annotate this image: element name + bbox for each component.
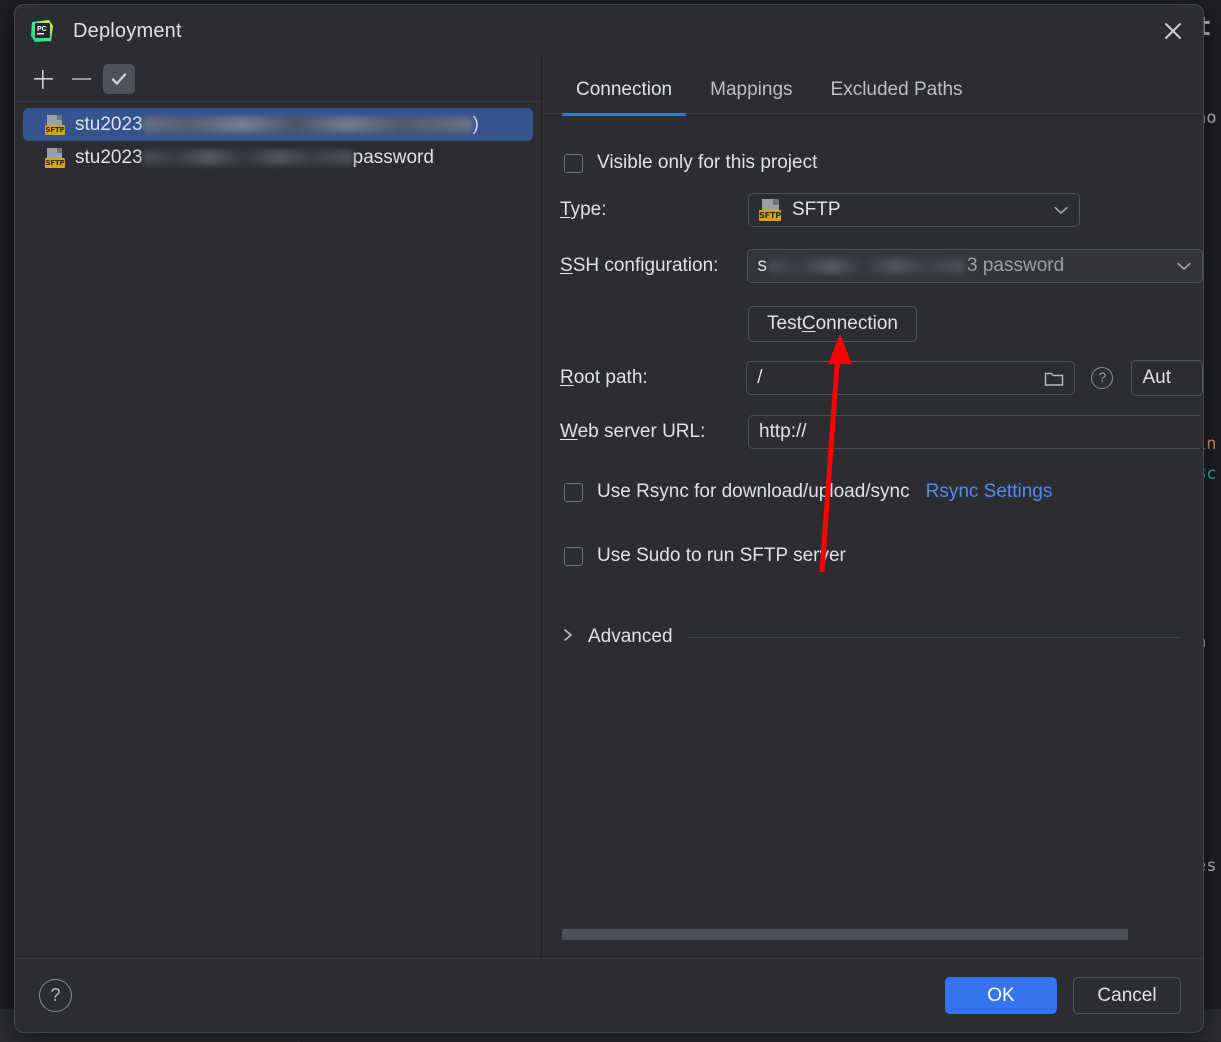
dialog-body: SFTP stu2023) SFTP stu2023 password: [15, 57, 1203, 958]
minus-icon[interactable]: [65, 64, 97, 94]
help-label: ?: [50, 985, 60, 1005]
ssh-config-value: s3 password: [758, 255, 1065, 277]
close-icon[interactable]: [1157, 15, 1189, 47]
root-path-value: /: [757, 367, 762, 389]
chevron-right-icon[interactable]: [562, 627, 574, 648]
dialog-titlebar: PC Deployment: [15, 5, 1203, 57]
use-sudo-row: Use Sudo to run SFTP server: [542, 524, 1203, 588]
sftp-server-icon: SFTP: [45, 115, 65, 135]
cancel-label: Cancel: [1097, 985, 1156, 1007]
test-connection-mnemonic: C: [802, 313, 816, 335]
server-name-prefix: stu2023: [75, 114, 143, 135]
section-divider: [687, 637, 1181, 638]
chevron-down-icon: [1176, 255, 1192, 277]
settings-tabs: Connection Mappings Excluded Paths: [542, 57, 1203, 114]
autodetect-label: Aut: [1142, 367, 1171, 389]
use-sudo-label: Use Sudo to run SFTP server: [597, 545, 846, 567]
use-rsync-checkbox[interactable]: [564, 483, 583, 502]
test-connection-button[interactable]: Test Connection: [748, 306, 917, 342]
type-combo[interactable]: SFTP SFTP: [748, 193, 1080, 227]
visible-only-label: Visible only for this project: [597, 152, 817, 174]
server-name-suffix: ): [473, 114, 479, 135]
redacted-text: [143, 150, 353, 165]
tab-excluded-paths[interactable]: Excluded Paths: [817, 79, 977, 115]
dialog-footer: ? OK Cancel CSDN @萧宛亦: [15, 958, 1203, 1032]
server-list[interactable]: SFTP stu2023) SFTP stu2023 password: [15, 102, 541, 958]
ok-button[interactable]: OK: [945, 977, 1057, 1014]
visible-only-checkbox[interactable]: [564, 154, 583, 173]
pycharm-logo-icon: PC: [29, 18, 55, 44]
chevron-down-icon: [1053, 199, 1069, 221]
list-item[interactable]: SFTP stu2023 password: [23, 141, 533, 174]
tab-mappings[interactable]: Mappings: [696, 79, 806, 115]
connection-settings-panel: Connection Mappings Excluded Paths Visib…: [542, 57, 1203, 958]
sftp-server-icon: SFTP: [45, 148, 65, 168]
question-mark-icon[interactable]: ?: [39, 979, 72, 1012]
ssh-configuration-combo[interactable]: s3 password: [747, 249, 1204, 283]
ssh-config-value-tail: 3 password: [967, 255, 1064, 277]
root-path-input[interactable]: /: [746, 361, 1075, 395]
server-list-toolbar: [15, 57, 541, 102]
server-name: stu2023): [75, 114, 479, 136]
sftp-type-icon: SFTP: [759, 199, 783, 221]
test-connection-label-before: Test: [767, 313, 802, 335]
web-server-url-label: Web server URL:: [560, 421, 748, 443]
advanced-label[interactable]: Advanced: [588, 626, 673, 648]
use-sudo-checkbox[interactable]: [564, 547, 583, 566]
web-server-url-input[interactable]: http://: [748, 415, 1200, 449]
server-name-suffix: password: [353, 147, 434, 168]
cancel-button[interactable]: Cancel: [1073, 977, 1181, 1014]
advanced-section[interactable]: Advanced: [562, 626, 1181, 648]
tab-label: Connection: [576, 79, 672, 100]
type-row: Type: SFTP SFTP: [542, 184, 1203, 236]
ok-label: OK: [987, 985, 1014, 1007]
check-icon[interactable]: [103, 64, 135, 94]
ssh-configuration-label: SSH configuration:: [560, 255, 747, 277]
autodetect-button[interactable]: Aut: [1131, 360, 1203, 396]
server-name-prefix: stu2023: [75, 147, 143, 168]
redacted-text: [143, 117, 473, 132]
tab-label: Mappings: [710, 79, 792, 100]
server-list-panel: SFTP stu2023) SFTP stu2023 password: [15, 57, 542, 958]
svg-text:PC: PC: [37, 26, 47, 33]
deployment-dialog: PC Deployment: [14, 4, 1204, 1033]
visible-only-row: Visible only for this project: [542, 142, 1203, 184]
question-mark-icon[interactable]: ?: [1091, 367, 1113, 389]
list-item[interactable]: SFTP stu2023): [23, 108, 533, 141]
use-rsync-label: Use Rsync for download/upload/sync: [597, 481, 910, 503]
root-path-label: Root path:: [560, 367, 746, 389]
test-connection-label-after: onnection: [816, 313, 898, 335]
h-scrollbar[interactable]: [562, 929, 1128, 940]
connection-form: Visible only for this project Type: SFTP…: [542, 114, 1203, 958]
ssh-configuration-row: SSH configuration: s3 password: [542, 236, 1203, 296]
redacted-text: [769, 259, 965, 274]
root-path-row: Root path: / ? Aut: [542, 352, 1203, 404]
tab-label: Excluded Paths: [831, 79, 963, 100]
server-name: stu2023 password: [75, 147, 434, 169]
tab-connection[interactable]: Connection: [562, 79, 686, 115]
folder-icon[interactable]: [1044, 370, 1064, 387]
page-title: Deployment: [73, 20, 182, 43]
web-server-url-value: http://: [759, 421, 807, 443]
plus-icon[interactable]: [27, 64, 59, 94]
type-value: SFTP: [792, 199, 841, 221]
watermark: CSDN @萧宛亦: [1082, 1029, 1189, 1033]
use-rsync-row: Use Rsync for download/upload/sync Rsync…: [542, 460, 1203, 524]
rsync-settings-link[interactable]: Rsync Settings: [926, 481, 1053, 503]
test-connection-row: Test Connection: [542, 296, 1203, 352]
type-label: Type:: [560, 199, 748, 221]
web-server-url-row: Web server URL: http://: [542, 404, 1203, 460]
